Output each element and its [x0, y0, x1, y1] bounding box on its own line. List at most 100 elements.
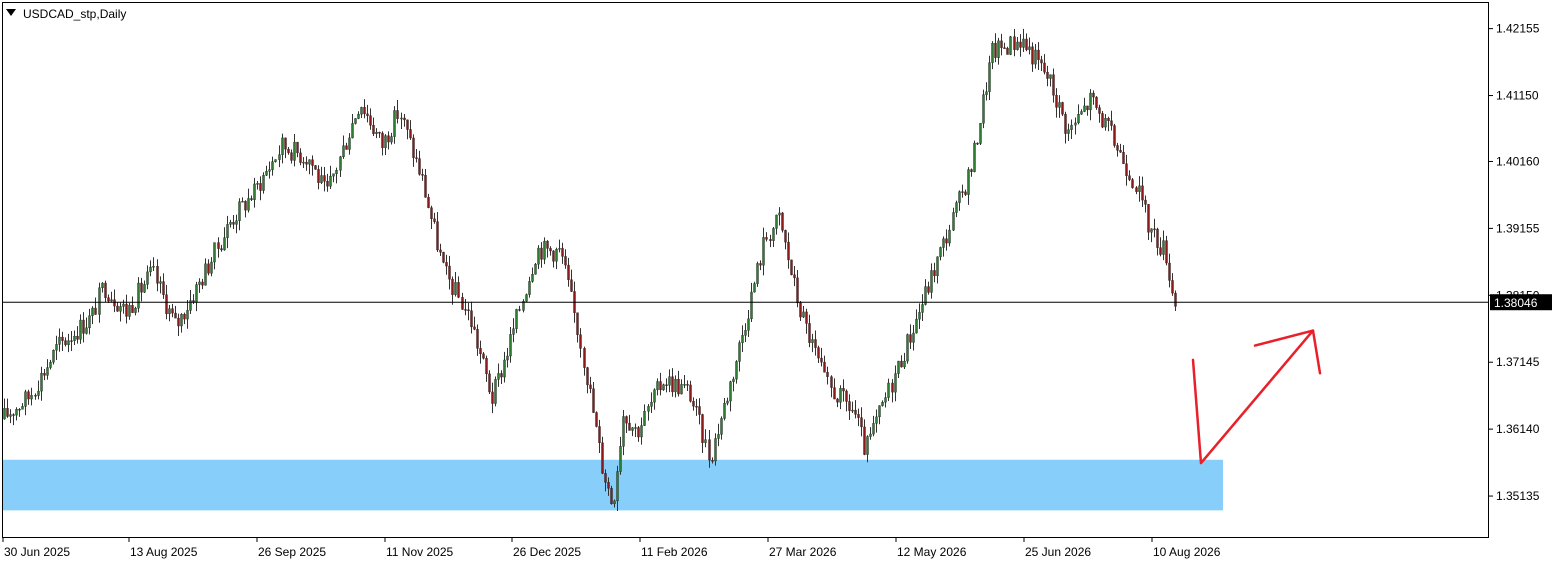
candle-body: [567, 264, 570, 280]
candle-body: [845, 390, 848, 402]
candle-body: [1055, 95, 1058, 108]
candle-body: [970, 169, 973, 172]
candle-body: [692, 401, 695, 407]
candle-body: [1144, 199, 1147, 205]
candle-body: [55, 344, 58, 351]
x-tick-label: 11 Feb 2026: [641, 545, 708, 559]
candle-body: [726, 400, 729, 404]
candle-body: [525, 294, 528, 302]
candle-body: [866, 436, 869, 455]
candle-body: [714, 438, 717, 462]
candle-body: [494, 379, 497, 404]
candle-body: [281, 137, 284, 155]
candle-body: [311, 159, 314, 166]
candle-body: [171, 308, 174, 314]
candle-body: [88, 315, 91, 329]
candle-body: [3, 408, 6, 420]
current-price-label: 1.38046: [1494, 296, 1538, 310]
candle-body: [1162, 240, 1165, 255]
candle-body: [1009, 36, 1012, 55]
candle-body: [985, 91, 988, 95]
candle-body: [378, 132, 381, 134]
candle-body: [927, 286, 930, 293]
candle-body: [94, 307, 97, 315]
candle-body: [308, 159, 311, 165]
candle-body: [345, 145, 348, 150]
candle-body: [366, 113, 369, 116]
candle-body: [497, 373, 500, 380]
candle-body: [439, 249, 442, 253]
candle-body: [116, 305, 119, 312]
candle-body: [680, 384, 683, 395]
candle-body: [799, 302, 802, 318]
candle-body: [232, 222, 235, 225]
candle-body: [595, 412, 598, 427]
candle-body: [253, 183, 256, 200]
candle-body: [174, 312, 177, 319]
price-chart[interactable]: 1.421551.411501.401601.391551.381501.371…: [0, 0, 1561, 566]
candle-body: [430, 207, 433, 220]
candle-body: [750, 291, 753, 320]
candle-body: [909, 334, 912, 343]
candle-body: [409, 129, 412, 139]
candle-body: [555, 248, 558, 262]
candle-body: [1006, 47, 1009, 55]
candle-body: [143, 284, 146, 293]
candle-body: [1080, 111, 1083, 115]
candle-body: [793, 274, 796, 279]
candle-body: [671, 376, 674, 393]
candle-body: [607, 482, 610, 489]
candle-body: [701, 414, 704, 443]
candle-body: [961, 191, 964, 193]
candle-body: [287, 148, 290, 153]
candle-body: [500, 373, 503, 378]
candle-body: [448, 265, 451, 280]
candle-body: [85, 327, 88, 334]
candle-body: [229, 222, 232, 225]
symbol-header[interactable]: USDCAD_stp,Daily: [6, 7, 126, 21]
candle-body: [342, 145, 345, 158]
candle-body: [351, 123, 354, 139]
candle-body: [775, 214, 778, 229]
candle-body: [1058, 102, 1061, 108]
candle-body: [40, 372, 43, 392]
candle-body: [1098, 107, 1101, 114]
candle-body: [753, 283, 756, 293]
candle-body: [137, 282, 140, 309]
candle-body: [656, 381, 659, 390]
x-tick-label: 13 Aug 2025: [130, 545, 198, 559]
candle-body: [1046, 72, 1049, 79]
candle-body: [491, 391, 494, 404]
candle-body: [918, 312, 921, 320]
candle-body: [933, 270, 936, 276]
candle-body: [61, 336, 64, 341]
candle-body: [564, 256, 567, 266]
candle-body: [823, 361, 826, 373]
candle-body: [698, 406, 701, 415]
candle-body: [433, 218, 436, 222]
candle-body: [534, 263, 537, 275]
candle-body: [717, 434, 720, 439]
candle-body: [204, 263, 207, 286]
candle-body: [1159, 247, 1162, 255]
candle-body: [6, 408, 9, 417]
candle-body: [113, 299, 116, 307]
candle-body: [1086, 105, 1089, 111]
candle-body: [878, 405, 881, 418]
candle-body: [549, 248, 552, 252]
candle-body: [326, 181, 329, 187]
candle-body: [988, 62, 991, 92]
candle-body: [12, 414, 15, 416]
candle-body: [640, 425, 643, 438]
candle-body: [1128, 175, 1131, 180]
candle-body: [213, 242, 216, 263]
candle-body: [900, 360, 903, 368]
candle-body: [302, 161, 305, 164]
candle-body: [674, 379, 677, 393]
candle-body: [21, 406, 24, 410]
candle-body: [662, 384, 665, 391]
candle-body: [131, 305, 134, 313]
candle-body: [70, 340, 73, 342]
x-tick-label: 26 Sep 2025: [258, 545, 326, 559]
candle-body: [207, 263, 210, 274]
